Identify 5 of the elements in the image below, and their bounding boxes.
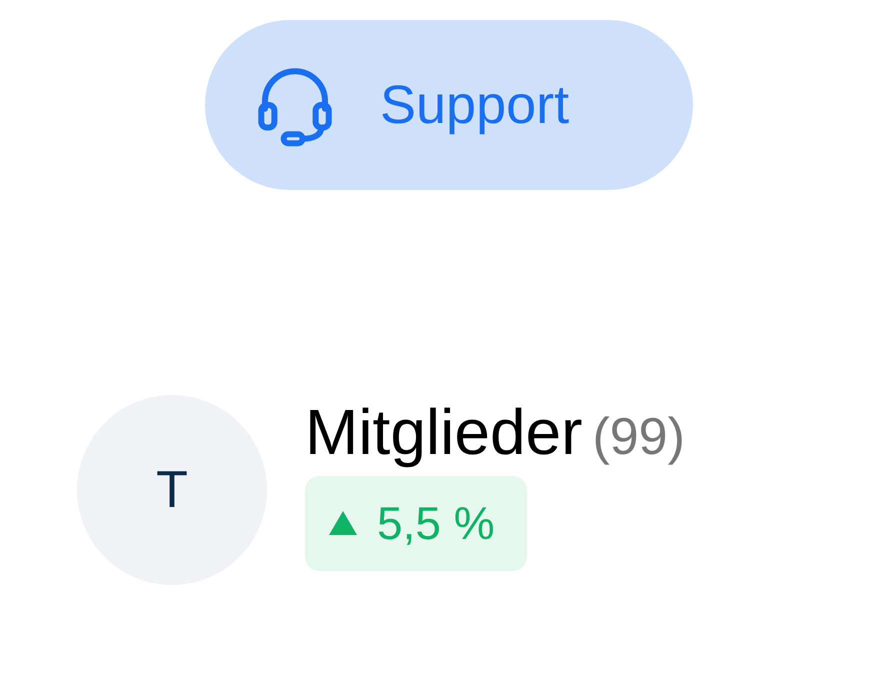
- support-button[interactable]: Support: [205, 20, 693, 190]
- avatar: T: [77, 395, 267, 585]
- trend-badge: 5,5 %: [305, 476, 527, 570]
- member-count: (99): [592, 410, 685, 462]
- triangle-up-icon: [329, 511, 357, 535]
